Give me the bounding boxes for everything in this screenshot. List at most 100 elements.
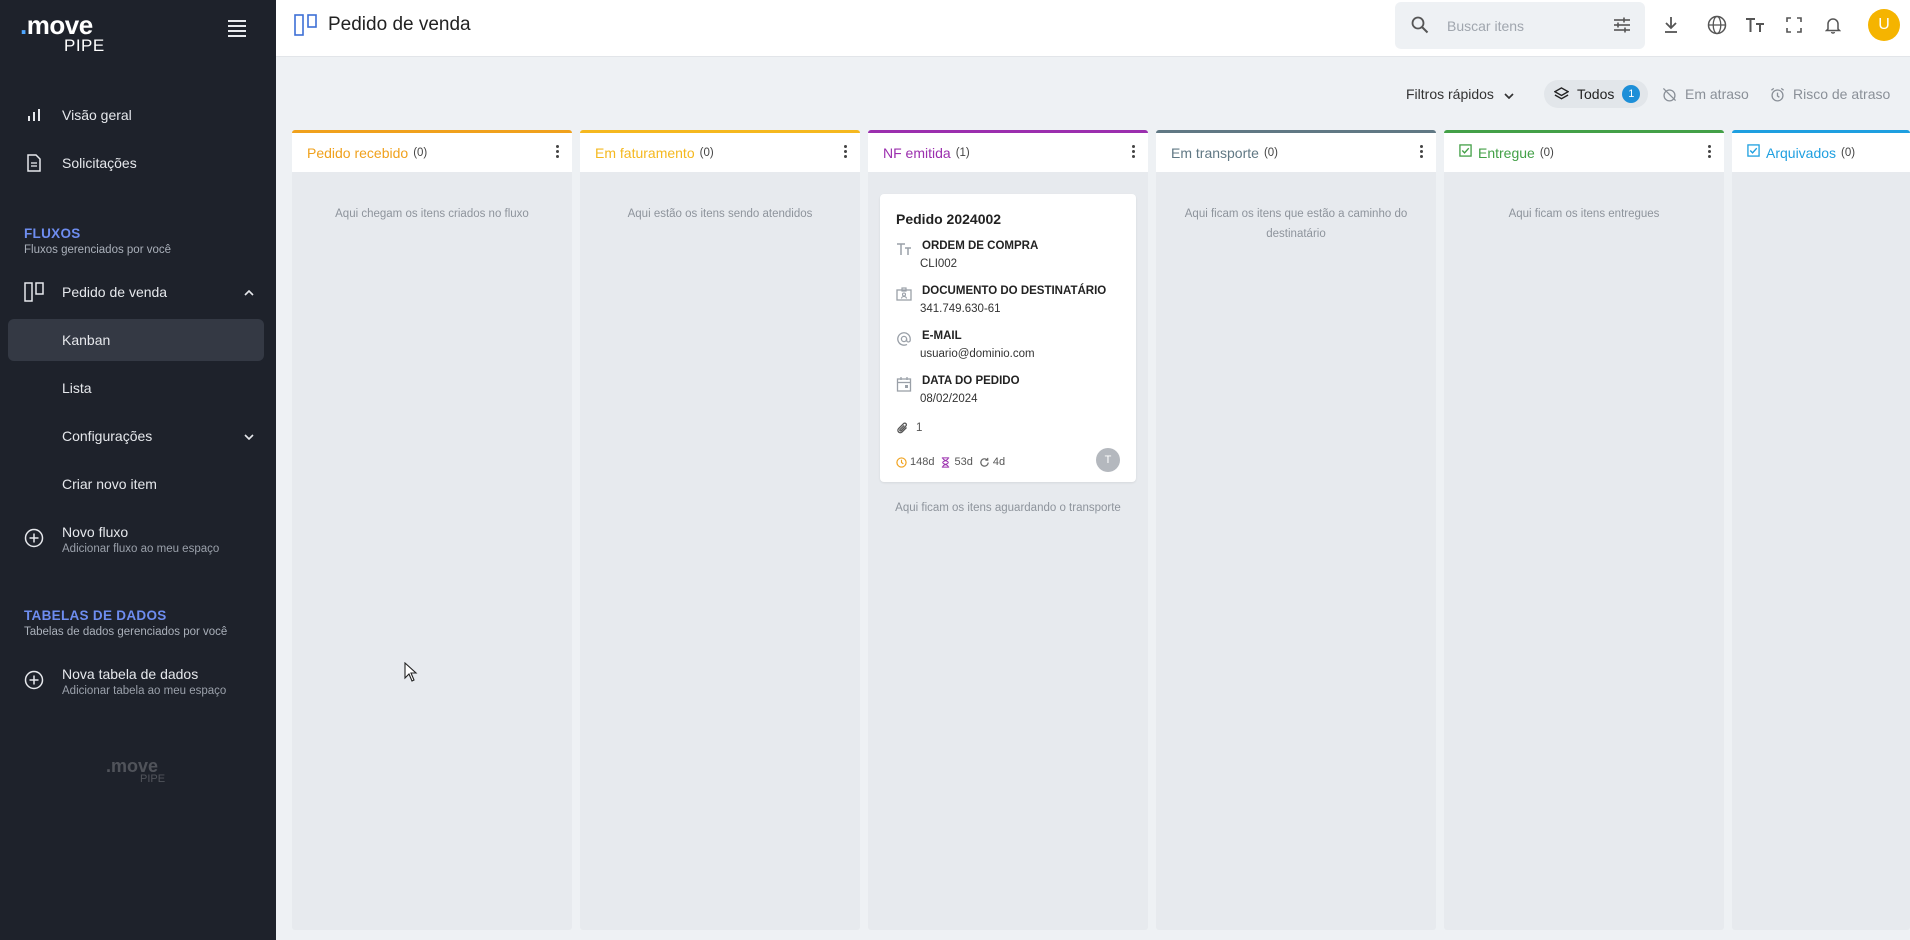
card-metrics: 148d 53d 4d: [896, 456, 1011, 468]
nav-item-configuracoes[interactable]: Configurações: [8, 415, 264, 457]
column-header[interactable]: Entregue (0): [1444, 130, 1724, 172]
nav-item-lista[interactable]: Lista: [8, 367, 264, 409]
quick-filters-label: Filtros rápidos: [1406, 86, 1494, 102]
new-flow-button[interactable]: Novo fluxo Adicionar fluxo ao meu espaço: [8, 518, 264, 558]
kanban-column-entregue: Entregue (0) Aqui ficam os itens entregu…: [1444, 130, 1724, 930]
bar-chart-icon: [24, 105, 44, 125]
column-count: (0): [1539, 146, 1554, 159]
user-avatar[interactable]: U: [1868, 9, 1900, 41]
kanban-column-arquivados: Arquivados (0): [1732, 130, 1910, 930]
tables-section-title: TABELAS DE DADOS: [24, 608, 167, 623]
nav-item-requests[interactable]: Solicitações: [8, 142, 264, 184]
app-logo[interactable]: .move PIPE: [20, 10, 110, 55]
nav-item-overview[interactable]: Visão geral: [8, 94, 264, 136]
chevron-down-icon[interactable]: [244, 429, 254, 443]
page-title: Pedido de venda: [328, 14, 471, 35]
nav-item-label: Pedido de venda: [62, 284, 168, 300]
clock-icon: [896, 456, 907, 468]
plus-circle-icon: [24, 528, 44, 548]
text-size-icon[interactable]: [1744, 14, 1766, 36]
nav-item-label: Criar novo item: [62, 476, 157, 492]
more-vertical-icon[interactable]: [1708, 145, 1712, 160]
column-empty-text: Aqui ficam os itens aguardando o transpo…: [895, 502, 1121, 514]
more-vertical-icon[interactable]: [556, 145, 560, 160]
sidebar: .move PIPE Visão geral Solicitações FLUX…: [0, 0, 276, 940]
nav-item-kanban[interactable]: Kanban: [8, 319, 264, 361]
assignee-avatar[interactable]: T: [1096, 448, 1120, 472]
check-box-icon: [1747, 143, 1760, 162]
hourglass-icon: [942, 456, 950, 468]
column-header[interactable]: Pedido recebido (0): [292, 130, 572, 172]
metric-last-update: 4d: [979, 456, 1005, 468]
footer-logo: .move PIPE: [106, 756, 166, 785]
top-bar: Pedido de venda U: [276, 0, 1910, 57]
card-field-email: E-MAIL usuario@dominio.com: [896, 330, 1126, 366]
column-count: (0): [1841, 146, 1856, 159]
column-header[interactable]: Em transporte (0): [1156, 130, 1436, 172]
new-flow-subtitle: Adicionar fluxo ao meu espaço: [62, 543, 220, 555]
card-field-purchase-order: ORDEM DE COMPRA CLI002: [896, 240, 1126, 276]
column-count: (0): [1263, 146, 1278, 159]
card-title: Pedido 2024002: [896, 211, 1002, 227]
metric-phase-time: 53d: [940, 456, 973, 468]
column-header[interactable]: Em faturamento (0): [580, 130, 860, 172]
filter-all-count-badge: 1: [1622, 85, 1641, 103]
chevron-down-icon: [1504, 86, 1522, 102]
filter-all-label: Todos: [1577, 86, 1615, 102]
column-empty-text: Aqui ficam os itens entregues: [1508, 208, 1660, 220]
filter-late-chip[interactable]: Em atraso: [1662, 80, 1749, 108]
column-empty-text: Aqui ficam os itens que estão a caminho …: [1184, 208, 1408, 240]
column-name: Arquivados: [1766, 144, 1837, 161]
column-count: (1): [955, 146, 970, 159]
kanban-column-em-faturamento: Em faturamento (0) Aqui estão os itens s…: [580, 130, 860, 930]
column-empty-text: Aqui chegam os itens criados no fluxo: [335, 208, 529, 220]
paperclip-icon: [897, 422, 907, 434]
tables-section-subtitle: Tabelas de dados gerenciados por você: [24, 626, 228, 638]
quick-filters-dropdown[interactable]: Filtros rápidos: [1406, 80, 1522, 108]
column-header[interactable]: NF emitida (1): [868, 130, 1148, 172]
filter-risk-chip[interactable]: Risco de atraso: [1770, 80, 1890, 108]
new-table-button[interactable]: Nova tabela de dados Adicionar tabela ao…: [8, 660, 264, 700]
bell-icon[interactable]: [1822, 14, 1844, 36]
nav-item-criar-novo-item[interactable]: Criar novo item: [8, 463, 264, 505]
kanban-column-pedido-recebido: Pedido recebido (0) Aqui chegam os itens…: [292, 130, 572, 930]
metric-age: 148d: [896, 456, 934, 468]
flows-section-subtitle: Fluxos gerenciados por você: [24, 244, 172, 256]
download-icon[interactable]: [1660, 14, 1682, 36]
new-flow-label: Novo fluxo: [62, 524, 129, 540]
column-header[interactable]: Arquivados (0): [1732, 130, 1910, 172]
document-icon: [24, 153, 44, 173]
filter-settings-icon[interactable]: [1613, 16, 1631, 39]
nav-item-pedido-de-venda[interactable]: Pedido de venda: [8, 271, 264, 313]
alarm-off-icon: [1662, 87, 1677, 102]
column-count: (0): [699, 146, 714, 159]
chevron-up-icon[interactable]: [244, 285, 254, 299]
more-vertical-icon[interactable]: [844, 145, 848, 160]
kanban-card[interactable]: Pedido 2024002 ORDEM DE COMPRA CLI002 DO…: [880, 194, 1136, 482]
card-attachments[interactable]: 1: [896, 421, 922, 435]
text-field-icon: [896, 241, 912, 257]
new-table-subtitle: Adicionar tabela ao meu espaço: [62, 685, 227, 697]
menu-toggle-icon[interactable]: [228, 20, 246, 38]
filter-all-chip[interactable]: Todos 1: [1544, 80, 1649, 108]
column-name: Entregue: [1478, 144, 1535, 161]
nav-item-label: Configurações: [62, 428, 153, 444]
nav-item-label: Solicitações: [62, 155, 137, 171]
at-sign-icon: [896, 331, 912, 347]
alarm-clock-icon: [1770, 87, 1785, 102]
more-vertical-icon[interactable]: [1420, 145, 1424, 160]
plus-circle-icon: [24, 670, 44, 690]
kanban-board-icon: [294, 14, 318, 36]
calendar-icon: [896, 376, 912, 392]
globe-icon[interactable]: [1706, 14, 1728, 36]
more-vertical-icon[interactable]: [1132, 145, 1136, 160]
kanban-column-em-transporte: Em transporte (0) Aqui ficam os itens qu…: [1156, 130, 1436, 930]
search-icon: [1411, 16, 1429, 39]
fullscreen-icon[interactable]: [1783, 14, 1805, 36]
search-input[interactable]: [1447, 15, 1597, 37]
id-card-icon: [896, 286, 912, 302]
column-name: Pedido recebido: [307, 144, 409, 161]
nav-item-label: Lista: [62, 380, 92, 396]
layers-icon: [1554, 86, 1569, 100]
column-count: (0): [413, 146, 428, 159]
